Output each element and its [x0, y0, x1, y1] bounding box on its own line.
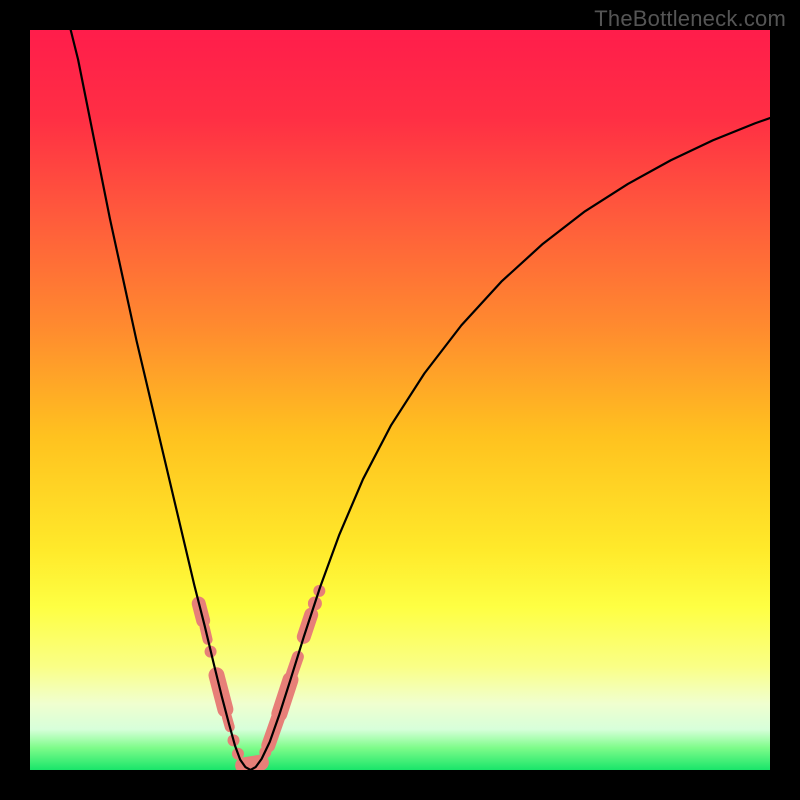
curve-left-branch — [71, 30, 251, 770]
curve-right-branch — [251, 118, 770, 770]
chart-frame: TheBottleneck.com — [0, 0, 800, 800]
watermark-label: TheBottleneck.com — [594, 6, 786, 32]
plot-area — [30, 30, 770, 770]
curve-layer — [30, 30, 770, 770]
